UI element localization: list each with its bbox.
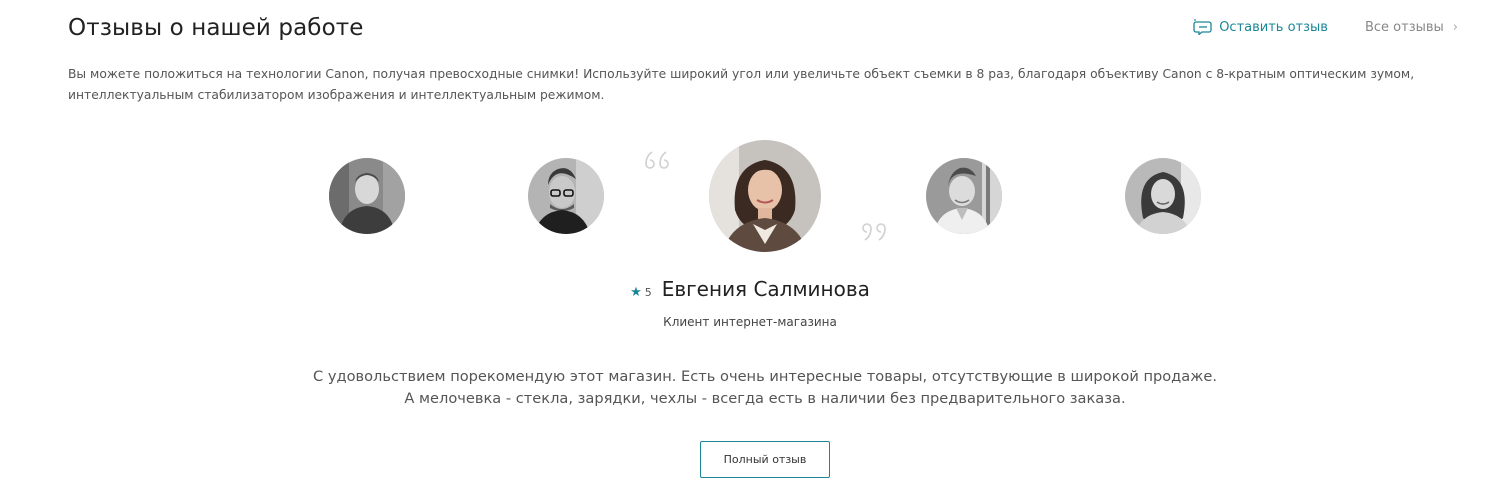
section-title: Отзывы о нашей работе — [68, 15, 364, 41]
quote-close-icon — [862, 223, 886, 241]
star-icon: ★ — [630, 285, 642, 300]
quote-open-icon — [645, 151, 669, 169]
reviewer-avatar-4[interactable] — [926, 158, 1002, 234]
reviewer-role: Клиент интернет-магазина — [663, 315, 837, 329]
full-review-button[interactable]: Полный отзыв — [700, 441, 830, 478]
reviewer-avatar-2[interactable] — [528, 158, 604, 234]
all-reviews-label: Все отзывы — [1364, 19, 1444, 35]
person-avatar-icon — [329, 158, 405, 234]
person-avatar-icon — [926, 158, 1002, 234]
person-avatar-icon — [528, 158, 604, 234]
reviewer-avatar-1[interactable] — [329, 158, 405, 234]
reviewer-avatar-5[interactable] — [1125, 158, 1201, 234]
reviewer-name: Евгения Салминова — [661, 277, 870, 301]
review-text-line-1: С удовольствием порекомендую этот магази… — [313, 368, 1217, 385]
leave-review-link[interactable]: Оставить отзыв — [1193, 19, 1328, 35]
rating-value: 5 — [644, 286, 652, 299]
review-bubble-icon — [1193, 19, 1212, 35]
header-actions: Оставить отзыв Все отзывы › — [1193, 19, 1458, 35]
reviewer-name-row: ★ 5 Евгения Салминова — [0, 277, 1500, 301]
person-avatar-icon — [709, 140, 821, 252]
reviewer-avatar-active[interactable] — [709, 140, 821, 252]
chevron-right-icon: › — [1452, 19, 1458, 35]
section-description: Вы можете положиться на технологии Canon… — [68, 67, 1415, 102]
review-text-line-2: А мелочевка - стекла, зарядки, чехлы - в… — [404, 390, 1126, 407]
all-reviews-link[interactable]: Все отзывы › — [1365, 20, 1458, 35]
person-avatar-icon — [1125, 158, 1201, 234]
leave-review-label: Оставить отзыв — [1219, 19, 1328, 35]
review-text: С удовольствием порекомендую этот магази… — [0, 366, 1500, 410]
